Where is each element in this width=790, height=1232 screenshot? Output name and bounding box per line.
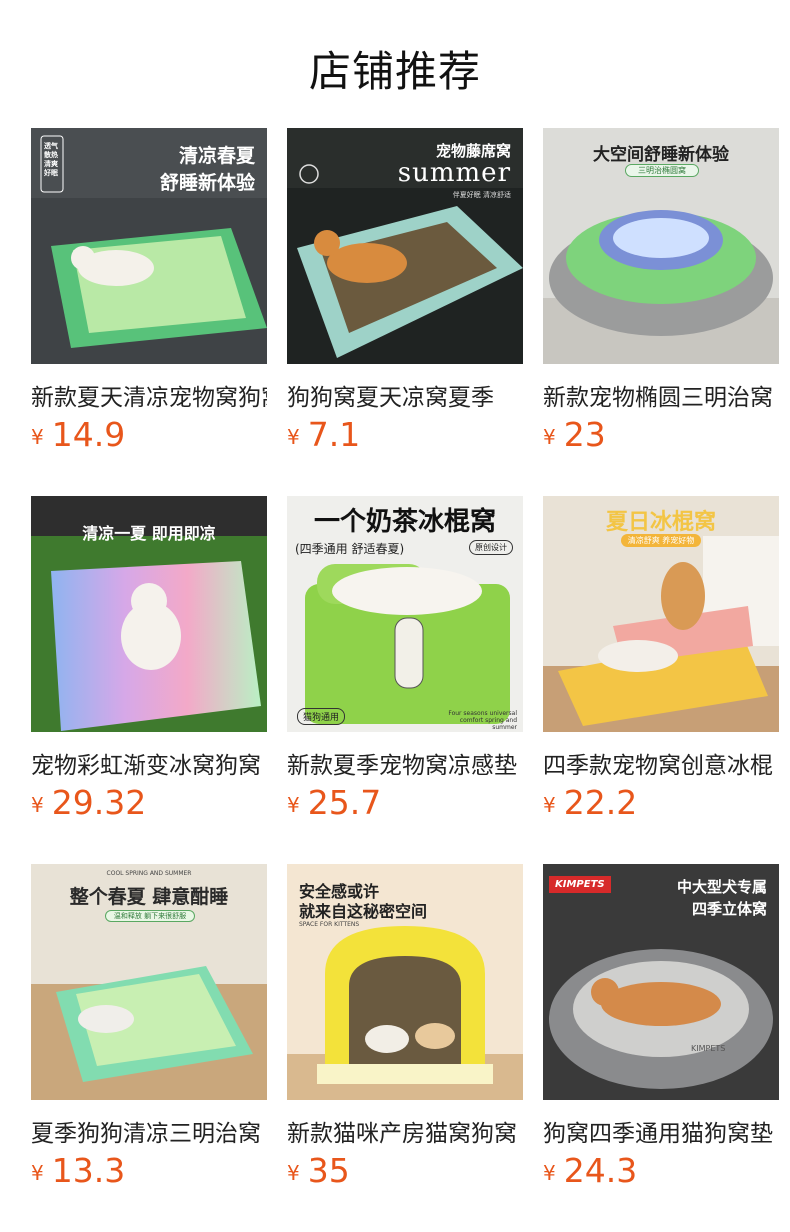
overlay-line2: 四季立体窝 <box>691 900 767 918</box>
overlay-line3: 伴夏好眠 清凉舒适 <box>452 191 511 199</box>
overlay-foot: Four seasons universal comfort spring an… <box>448 710 517 731</box>
product-image[interactable]: KIMPETS 中大型犬专属 四季立体窝 KIMPETS <box>543 864 779 1100</box>
overlay-line1: 一个奶茶冰棍窝 <box>313 507 496 537</box>
price-value: 23 <box>563 415 606 454</box>
overlay-side-text: 透气散热 清爽好眠 <box>44 142 58 177</box>
overlay-line2: (四季通用 舒适春夏) <box>295 542 405 556</box>
product-image[interactable]: 大空间舒睡新体验 三明治椭圆窝 <box>543 128 779 364</box>
overlay-line2: summer <box>397 158 511 188</box>
overlay-line1: 中大型犬专属 <box>676 878 767 896</box>
product-price: ¥7.1 <box>287 415 360 454</box>
brand-logo: KIMPETS <box>549 876 611 893</box>
product-title[interactable]: 新款夏天清凉宠物窝狗窝 <box>31 378 267 412</box>
product-image[interactable]: 安全感或许 就来自这秘密空间 SPACE FOR KITTENS <box>287 864 523 1100</box>
product-price: ¥35 <box>287 1151 350 1190</box>
product-card[interactable]: 一个奶茶冰棍窝 (四季通用 舒适春夏) 原创设计 猫狗通用 Four seaso… <box>287 496 523 836</box>
overlay-top: COOL SPRING AND SUMMER <box>106 870 192 877</box>
product-card[interactable]: 夏日冰棍窝 清凉舒爽 养宠好物 四季款宠物窝创意冰棍 ¥22.2 <box>543 496 779 836</box>
product-image[interactable]: 一个奶茶冰棍窝 (四季通用 舒适春夏) 原创设计 猫狗通用 Four seaso… <box>287 496 523 732</box>
product-title[interactable]: 宠物彩虹渐变冰窝狗窝 <box>31 746 267 780</box>
price-value: 25.7 <box>307 783 382 822</box>
product-price: ¥22.2 <box>543 783 637 822</box>
overlay-line1: 整个春夏 肆意酣睡 <box>69 886 229 908</box>
overlay-line1: 清凉一夏 即用即凉 <box>82 524 216 543</box>
section-title: 店铺推荐 <box>308 47 481 96</box>
overlay-line2: 三明治椭圆窝 <box>625 164 699 177</box>
product-image[interactable]: 清凉一夏 即用即凉 <box>31 496 267 732</box>
currency-symbol: ¥ <box>543 793 556 817</box>
product-card[interactable]: KIMPETS 中大型犬专属 四季立体窝 KIMPETS 狗窝四季通用猫狗窝垫 … <box>543 864 779 1204</box>
overlay-line1: 夏日冰棍窝 <box>605 510 716 535</box>
overlay-line3: SPACE FOR KITTENS <box>299 921 360 928</box>
price-value: 24.3 <box>563 1151 638 1190</box>
price-value: 22.2 <box>563 783 638 822</box>
product-image[interactable]: 宠物藤席窝 summer 伴夏好眠 清凉舒适 <box>287 128 523 364</box>
product-price: ¥14.9 <box>31 415 125 454</box>
price-value: 35 <box>307 1151 350 1190</box>
currency-symbol: ¥ <box>287 1161 300 1185</box>
overlay-line2: 清凉舒爽 养宠好物 <box>621 534 701 547</box>
product-price: ¥29.32 <box>31 783 146 822</box>
product-price: ¥25.7 <box>287 783 381 822</box>
product-price: ¥23 <box>543 415 606 454</box>
product-title[interactable]: 新款猫咪产房猫窝狗窝 <box>287 1114 523 1148</box>
product-title[interactable]: 四季款宠物窝创意冰棍 <box>543 746 779 780</box>
currency-symbol: ¥ <box>31 793 44 817</box>
overlay-line2: 温和释放 躺下来很舒服 <box>105 910 195 922</box>
price-value: 7.1 <box>307 415 361 454</box>
overlay-badge1: 原创设计 <box>469 540 513 555</box>
overlay-line2: 舒睡新体验 <box>159 172 255 194</box>
product-price: ¥13.3 <box>31 1151 125 1190</box>
product-image[interactable]: COOL SPRING AND SUMMER 整个春夏 肆意酣睡 温和释放 躺下… <box>31 864 267 1100</box>
product-title[interactable]: 夏季狗狗清凉三明治窝 <box>31 1114 267 1148</box>
product-card[interactable]: 大空间舒睡新体验 三明治椭圆窝 新款宠物椭圆三明治窝 ¥23 <box>543 128 779 468</box>
overlay-badge2: 猫狗通用 <box>297 708 346 725</box>
product-card[interactable]: 清凉一夏 即用即凉 宠物彩虹渐变冰窝狗窝 ¥29.32 <box>31 496 267 836</box>
currency-symbol: ¥ <box>287 793 300 817</box>
overlay-line1: 清凉春夏 <box>178 145 255 167</box>
product-image[interactable]: 夏日冰棍窝 清凉舒爽 养宠好物 <box>543 496 779 732</box>
currency-symbol: ¥ <box>543 425 556 449</box>
product-image[interactable]: 透气散热 清爽好眠 清凉春夏 舒睡新体验 <box>31 128 267 364</box>
product-title[interactable]: 狗窝四季通用猫狗窝垫 <box>543 1114 779 1148</box>
product-title[interactable]: 新款夏季宠物窝凉感垫 <box>287 746 523 780</box>
price-value: 13.3 <box>51 1151 126 1190</box>
price-value: 29.32 <box>51 783 147 822</box>
product-card[interactable]: 宠物藤席窝 summer 伴夏好眠 清凉舒适 狗狗窝夏天凉窝夏季 ¥7.1 <box>287 128 523 468</box>
product-title[interactable]: 狗狗窝夏天凉窝夏季 <box>287 378 523 412</box>
product-title[interactable]: 新款宠物椭圆三明治窝 <box>543 378 779 412</box>
currency-symbol: ¥ <box>31 425 44 449</box>
product-card[interactable]: 安全感或许 就来自这秘密空间 SPACE FOR KITTENS 新款猫咪产房猫… <box>287 864 523 1204</box>
currency-symbol: ¥ <box>543 1161 556 1185</box>
price-value: 14.9 <box>51 415 126 454</box>
currency-symbol: ¥ <box>31 1161 44 1185</box>
product-card[interactable]: COOL SPRING AND SUMMER 整个春夏 肆意酣睡 温和释放 躺下… <box>31 864 267 1204</box>
overlay-line1: 大空间舒睡新体验 <box>593 145 729 165</box>
product-card[interactable]: 透气散热 清爽好眠 清凉春夏 舒睡新体验 新款夏天清凉宠物窝狗窝 ¥14.9 <box>31 128 267 468</box>
bed-brand-text: KIMPETS <box>691 1044 726 1053</box>
product-price: ¥24.3 <box>543 1151 637 1190</box>
overlay-line2: 就来自这秘密空间 <box>299 902 428 921</box>
currency-symbol: ¥ <box>287 425 300 449</box>
